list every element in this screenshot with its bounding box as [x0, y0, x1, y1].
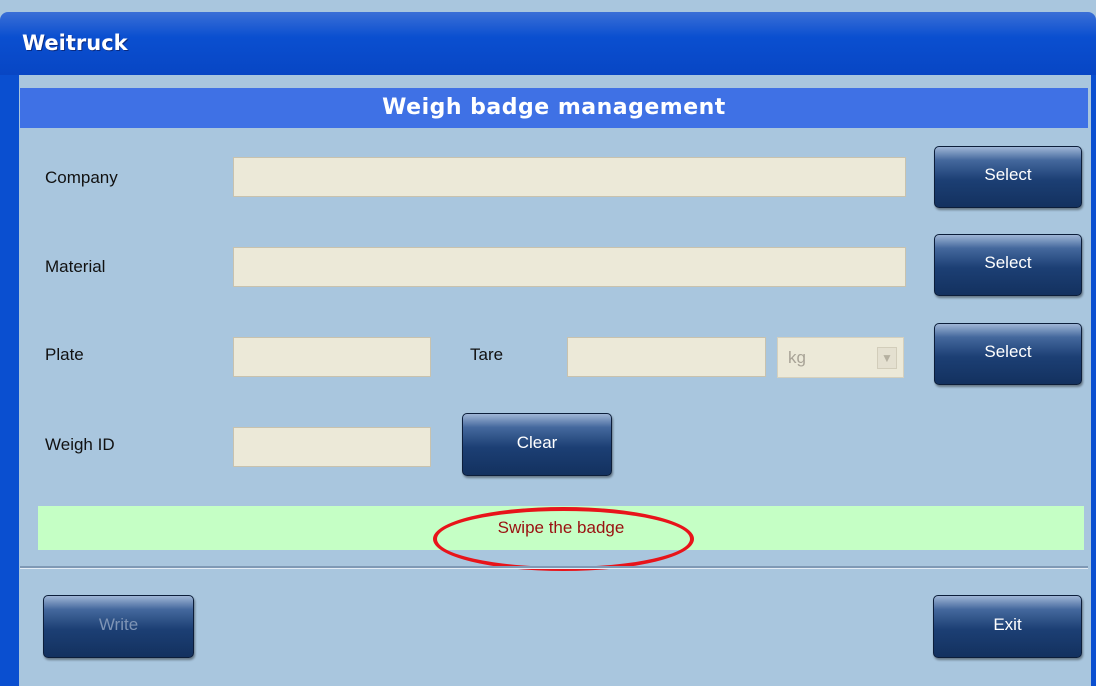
chevron-down-icon[interactable]: ▼ [877, 347, 897, 369]
company-field[interactable] [233, 157, 906, 197]
write-button-label: Write [98, 615, 139, 634]
exit-button[interactable]: Exit [933, 595, 1082, 658]
exit-button-label: Exit [993, 615, 1022, 634]
weigh-id-field[interactable] [233, 427, 431, 467]
material-select-button[interactable]: Select [934, 234, 1082, 296]
company-select-button[interactable]: Select [934, 146, 1082, 208]
unit-dropdown[interactable]: kg ▼ [777, 337, 904, 378]
tare-label: Tare [470, 345, 504, 364]
tare-field[interactable] [567, 337, 766, 377]
company-select-label: Select [984, 165, 1032, 184]
title-bar[interactable]: Weitruck [0, 12, 1096, 75]
window-title: Weitruck [22, 31, 128, 55]
app-window: Weitruck Weigh badge management Company … [0, 0, 1096, 686]
plate-label: Plate [45, 345, 84, 364]
tare-select-label: Select [984, 342, 1032, 361]
annotation-circle [433, 507, 694, 571]
unit-dropdown-value: kg [788, 348, 806, 367]
window-frame-right [1091, 75, 1096, 686]
material-field[interactable] [233, 247, 906, 287]
company-label: Company [45, 168, 118, 187]
weigh-id-label: Weigh ID [45, 435, 115, 454]
tare-select-button[interactable]: Select [934, 323, 1082, 385]
clear-button-label: Clear [516, 433, 558, 452]
page-title: Weigh badge management [20, 88, 1088, 128]
write-button[interactable]: Write [43, 595, 194, 658]
clear-button[interactable]: Clear [462, 413, 612, 476]
material-label: Material [45, 257, 106, 276]
divider [20, 566, 1088, 569]
window-frame-left [0, 75, 19, 686]
plate-field[interactable] [233, 337, 431, 377]
material-select-label: Select [984, 253, 1032, 272]
